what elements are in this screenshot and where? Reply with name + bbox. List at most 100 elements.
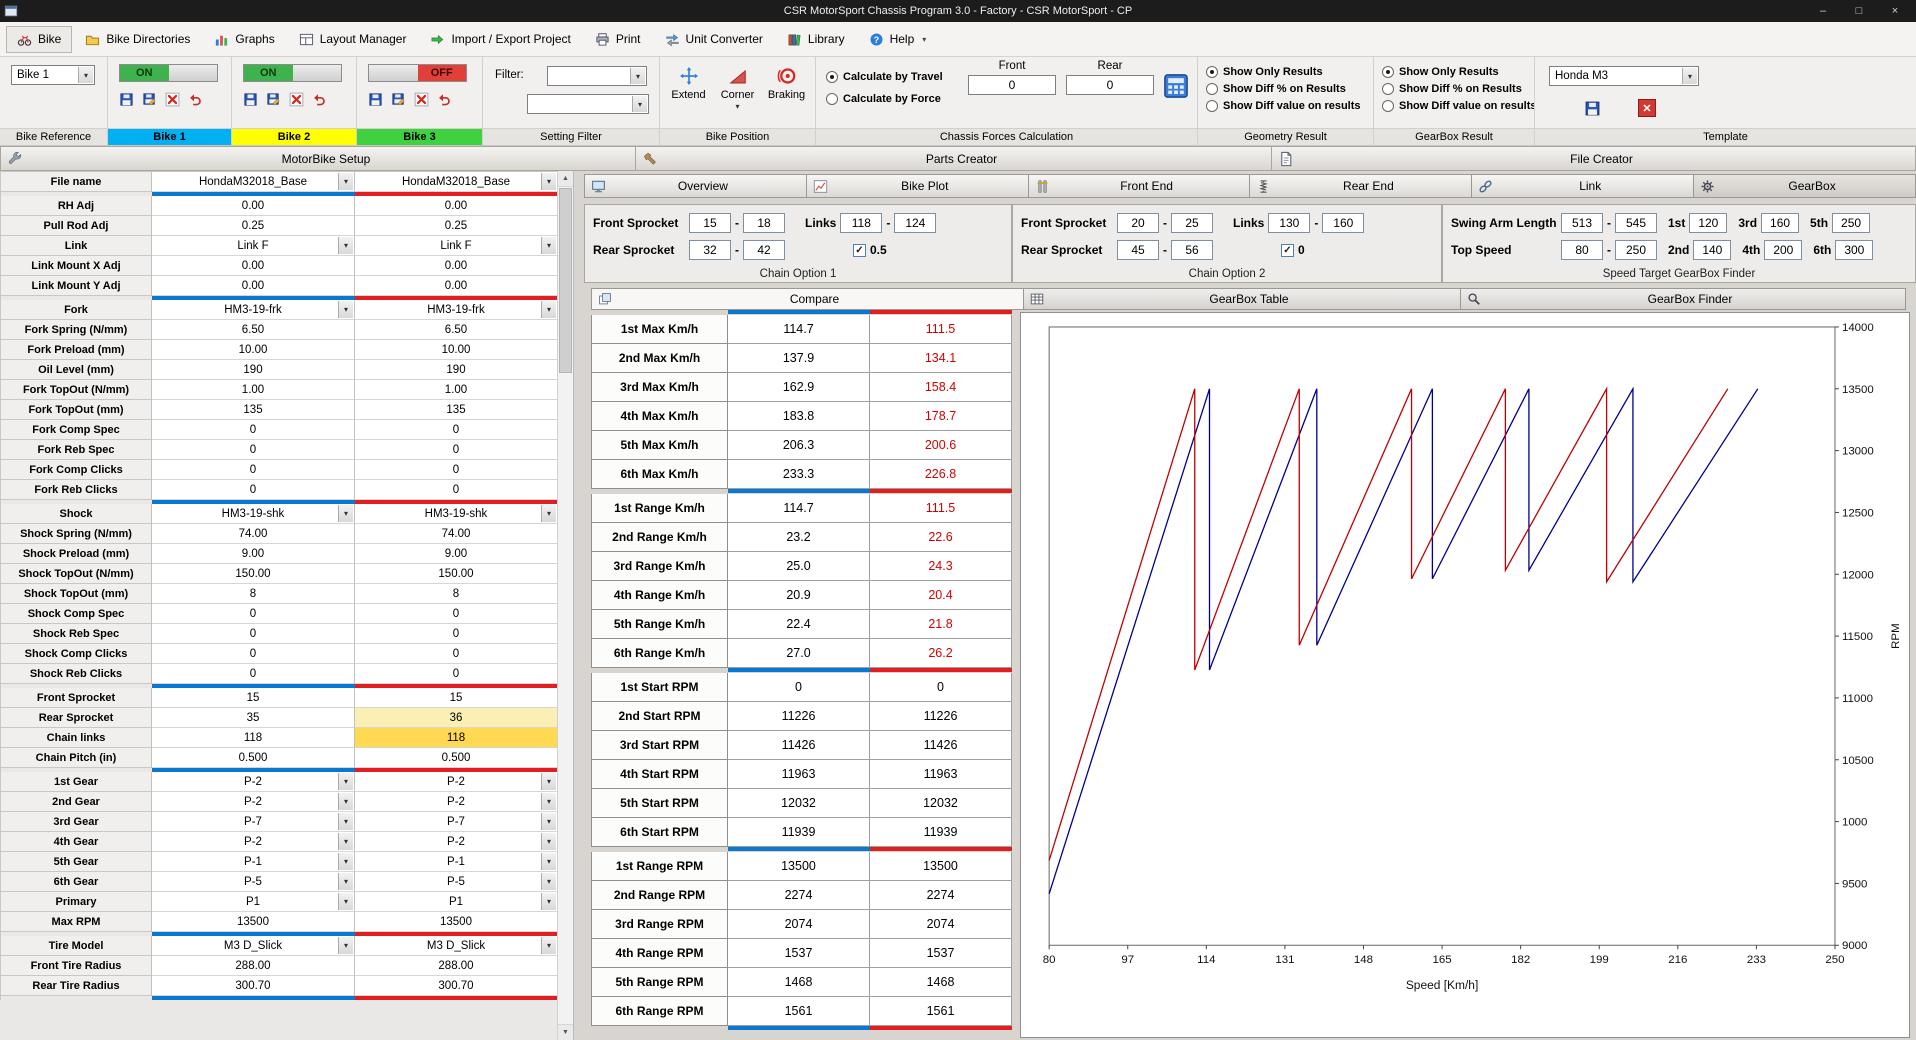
top-speed-max-input[interactable] (1615, 240, 1657, 260)
chain2-rear-max-input[interactable] (1171, 240, 1213, 260)
setup-link-mount-x-adj-value-1[interactable]: 0.00 (152, 256, 355, 276)
chevron-down-icon[interactable]: ▾ (338, 793, 353, 810)
setup-tire-model-value-2[interactable]: M3 D_Slick▾ (355, 936, 558, 956)
target-3rd-input[interactable] (1761, 213, 1799, 233)
chevron-down-icon[interactable]: ▾ (632, 96, 647, 112)
setup-fork-topout-mm-value-2[interactable]: 135 (355, 400, 558, 420)
menu-item-bike-directories[interactable]: Bike Directories (74, 26, 201, 53)
setup-chain-pitch-in-value-2[interactable]: 0.500 (355, 748, 558, 768)
delete-button[interactable] (287, 90, 306, 109)
swing-arm-min-input[interactable] (1561, 213, 1603, 233)
setup-shock-comp-spec-value-1[interactable]: 0 (152, 604, 355, 624)
save-button[interactable] (117, 90, 136, 109)
chain2-half-link-checkbox[interactable] (1281, 244, 1294, 257)
bike-3-toggle[interactable]: OFF (368, 64, 467, 82)
chevron-down-icon[interactable]: ▾ (541, 893, 556, 910)
chevron-down-icon[interactable]: ▾ (1682, 68, 1697, 84)
setup-4th-gear-value-1[interactable]: P-2▾ (152, 832, 355, 852)
setup-fork-reb-clicks-value-1[interactable]: 0 (152, 480, 355, 500)
setup-shock-comp-clicks-value-1[interactable]: 0 (152, 644, 355, 664)
setup-rear-tire-radius-value-2[interactable]: 300.70 (355, 976, 558, 996)
revert-button[interactable] (310, 90, 329, 109)
scroll-up-icon[interactable]: ▲ (558, 171, 573, 187)
revert-button[interactable] (186, 90, 205, 109)
chevron-down-icon[interactable]: ▾ (541, 937, 556, 954)
chain1-front-max-input[interactable] (743, 213, 785, 233)
target-6th-input[interactable] (1835, 240, 1873, 260)
setup-5th-gear-value-2[interactable]: P-1▾ (355, 852, 558, 872)
geometry-radio-show-diff-value-on-results[interactable]: Show Diff value on results (1206, 100, 1361, 112)
calculate-button[interactable] (1162, 72, 1190, 100)
setup-shock-comp-spec-value-2[interactable]: 0 (355, 604, 558, 624)
setup-rh-adj-value-2[interactable]: 0.00 (355, 196, 558, 216)
menu-item-bike[interactable]: Bike (6, 26, 72, 53)
menu-item-graphs[interactable]: Graphs (203, 26, 285, 53)
setup-3rd-gear-value-2[interactable]: P-7▾ (355, 812, 558, 832)
setup-link-value-2[interactable]: Link F▾ (355, 236, 558, 256)
template-delete-button[interactable]: ✕ (1638, 99, 1656, 117)
chevron-down-icon[interactable]: ▾ (338, 173, 353, 190)
delete-button[interactable] (163, 90, 182, 109)
setup-front-sprocket-value-2[interactable]: 15 (355, 688, 558, 708)
tab-overview[interactable]: Overview (584, 174, 807, 198)
chevron-down-icon[interactable]: ▾ (338, 937, 353, 954)
chevron-down-icon[interactable]: ▾ (338, 301, 353, 318)
delete-button[interactable] (412, 90, 431, 109)
setup-front-tire-radius-value-1[interactable]: 288.00 (152, 956, 355, 976)
bike-1-toggle[interactable]: ON (119, 64, 218, 82)
setup-oil-level-mm-value-2[interactable]: 190 (355, 360, 558, 380)
template-select[interactable]: Honda M3 ▾ (1549, 66, 1699, 86)
setup-6th-gear-value-2[interactable]: P-5▾ (355, 872, 558, 892)
scrollbar-thumb[interactable] (559, 188, 572, 373)
save-button[interactable] (241, 90, 260, 109)
target-5th-input[interactable] (1832, 213, 1870, 233)
setup-front-sprocket-value-1[interactable]: 15 (152, 688, 355, 708)
setup-shock-topout-n-mm-value-1[interactable]: 150.00 (152, 564, 355, 584)
chevron-down-icon[interactable]: ▾ (541, 833, 556, 850)
tab-front-end[interactable]: Front End (1029, 174, 1251, 198)
bike-reference-select[interactable]: Bike 1 ▾ (11, 65, 95, 85)
chevron-down-icon[interactable]: ▾ (338, 893, 353, 910)
calc-radio-calculate-by-travel[interactable]: Calculate by Travel (826, 71, 943, 83)
setup-fork-spring-n-mm-value-2[interactable]: 6.50 (355, 320, 558, 340)
chevron-down-icon[interactable]: ▾ (541, 173, 556, 190)
tab-rear-end[interactable]: Rear End (1250, 174, 1472, 198)
save-button[interactable] (366, 90, 385, 109)
corner-button[interactable]: Corner▾ (713, 59, 762, 123)
save-as-button[interactable] (389, 90, 408, 109)
setup-chain-links-value-1[interactable]: 118 (152, 728, 355, 748)
setup-fork-comp-spec-value-2[interactable]: 0 (355, 420, 558, 440)
setup-shock-reb-spec-value-2[interactable]: 0 (355, 624, 558, 644)
close-button[interactable]: × (1878, 1, 1912, 21)
chevron-down-icon[interactable]: ▾ (338, 773, 353, 790)
rear-force-input[interactable] (1066, 75, 1154, 95)
save-as-button[interactable] (140, 90, 159, 109)
setup-fork-reb-spec-value-1[interactable]: 0 (152, 440, 355, 460)
setup-file-name-value-2[interactable]: HondaM32018_Base▾ (355, 172, 558, 192)
setup-file-name-value-1[interactable]: HondaM32018_Base▾ (152, 172, 355, 192)
geometry-radio-show-only-results[interactable]: Show Only Results (1206, 66, 1361, 78)
setup-2nd-gear-value-2[interactable]: P-2▾ (355, 792, 558, 812)
subtab-gearbox-finder[interactable]: GearBox Finder (1461, 288, 1906, 310)
setup-2nd-gear-value-1[interactable]: P-2▾ (152, 792, 355, 812)
setup-fork-value-2[interactable]: HM3-19-frk▾ (355, 300, 558, 320)
minimize-button[interactable]: – (1806, 1, 1840, 21)
setup-primary-value-2[interactable]: P1▾ (355, 892, 558, 912)
setup-oil-level-mm-value-1[interactable]: 190 (152, 360, 355, 380)
chain1-rear-max-input[interactable] (743, 240, 785, 260)
chevron-down-icon[interactable]: ▾ (541, 301, 556, 318)
chain1-rear-min-input[interactable] (689, 240, 731, 260)
setup-shock-preload-mm-value-1[interactable]: 9.00 (152, 544, 355, 564)
chevron-down-icon[interactable]: ▾ (338, 813, 353, 830)
setup-chain-pitch-in-value-1[interactable]: 0.500 (152, 748, 355, 768)
target-1st-input[interactable] (1689, 213, 1727, 233)
setup-shock-reb-clicks-value-2[interactable]: 0 (355, 664, 558, 684)
template-save-button[interactable] (1583, 99, 1602, 118)
setup-fork-comp-spec-value-1[interactable]: 0 (152, 420, 355, 440)
setup-shock-topout-n-mm-value-2[interactable]: 150.00 (355, 564, 558, 584)
save-as-button[interactable] (264, 90, 283, 109)
menu-item-print[interactable]: Print (584, 26, 652, 53)
setup-shock-spring-n-mm-value-2[interactable]: 74.00 (355, 524, 558, 544)
setup-1st-gear-value-2[interactable]: P-2▾ (355, 772, 558, 792)
menu-item-unit-converter[interactable]: Unit Converter (654, 26, 774, 53)
